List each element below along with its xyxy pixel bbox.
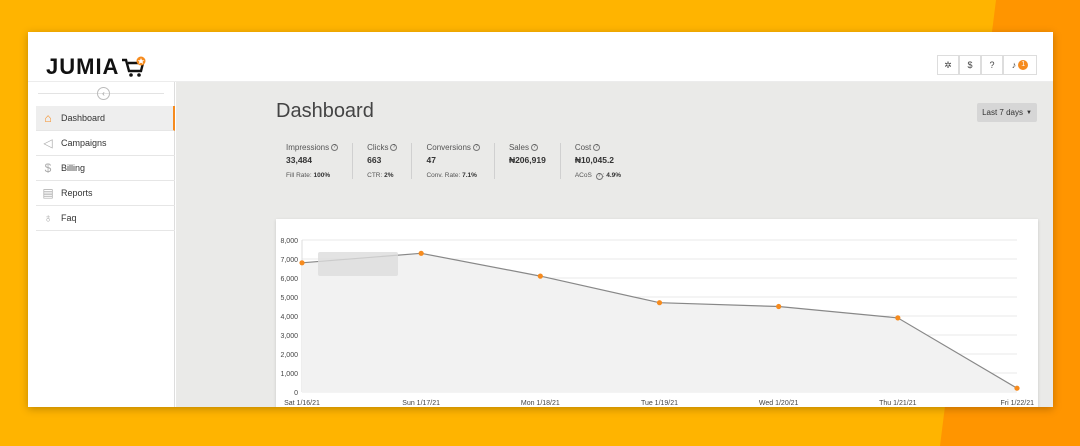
cart-icon [121,56,147,78]
document-icon: ▤ [42,186,54,200]
sidebar-item-label: Faq [61,213,77,223]
help-icon[interactable]: ? [530,144,538,151]
chevron-left-icon: ‹ [102,89,105,98]
help-button[interactable]: ? [981,55,1003,75]
page-title: Dashboard [276,100,374,122]
metric-value: 663 [367,155,382,165]
sidebar-item-billing[interactable]: $ Billing [36,156,175,181]
metric-value: 47 [426,155,436,165]
help-icon[interactable]: ? [595,173,603,180]
y-tick-label: 3,000 [280,333,298,340]
dollar-icon: $ [967,60,973,70]
metric-sub-value: 4.9% [606,172,622,179]
metric-label: Conversions [426,143,471,152]
data-point [537,273,543,279]
metric-sub-label: CTR: [367,172,383,179]
x-tick-label: Fri 1/22/21 [1001,400,1035,407]
data-point [1014,385,1020,391]
date-range-dropdown[interactable]: Last 7 days ▼ [977,103,1037,122]
x-tick-label: Wed 1/20/21 [759,400,799,407]
sidebar-item-campaigns[interactable]: ◁ Campaigns [36,131,175,156]
metrics-row: Impressions? 33,484 Fill Rate: 100% Clic… [286,143,649,180]
jumia-logo[interactable]: JUMIA [46,54,147,80]
x-tick-label: Tue 1/19/21 [641,400,678,407]
metric-sub-value: 100% [313,172,331,179]
metric-value: ₦206,919 [508,155,546,165]
help-icon[interactable]: ? [390,144,398,151]
help-icon[interactable]: ? [472,144,480,151]
help-icon: ? [989,60,995,70]
x-tick-label: Mon 1/18/21 [521,400,560,407]
metric-cost: Cost? ₦10,045.2 ACoS ?: 4.9% [574,143,622,180]
metric-sub-value: 7.1% [462,172,477,179]
metric-sales: Sales? ₦206,919 [509,143,561,179]
app-window: JUMIA ✲ $ ? ♪ 1 ‹ ⌂ Dashboard ◁ Campaign… [28,32,1053,407]
metric-sub-value: 2% [384,172,394,179]
y-tick-label: 6,000 [280,276,298,283]
sidebar-item-faq[interactable]: ♁ Faq [36,206,175,231]
metric-label: Impressions [286,143,330,152]
data-point [776,303,782,310]
chart-svg: 0 1,000 2,000 3,000 4,000 5,000 6,000 7,000 8,00… [280,238,1035,407]
data-point [299,260,305,266]
sidebar-item-label: Billing [61,163,86,173]
metric-sub-label: Conv. Rate: [426,172,461,179]
y-tick-label: 8,000 [280,238,298,245]
notifications-button[interactable]: ♪ 1 [1003,55,1037,75]
settings-button[interactable]: ✲ [937,55,959,75]
home-icon: ⌂ [44,111,52,125]
megaphone-icon: ◁ [43,136,53,150]
x-tick-label: Thu 1/21/21 [879,400,916,407]
date-range-label: Last 7 days [982,108,1023,117]
sidebar-item-label: Campaigns [61,138,107,148]
x-tick-label: Sun 1/17/21 [402,400,440,407]
y-tick-label: 4,000 [280,314,298,321]
sidebar-item-label: Dashboard [61,113,106,123]
y-tick-label: 7,000 [280,257,298,264]
metric-sub-label: ACoS [574,172,592,179]
x-tick-label: Sat 1/16/21 [284,400,320,407]
metric-value: 33,484 [286,155,312,165]
help-icon[interactable]: ? [593,144,601,151]
chart-tooltip [318,252,398,276]
data-point [895,315,901,321]
notification-badge: 1 [1018,60,1029,70]
sidebar-nav: ⌂ Dashboard ◁ Campaigns $ Billing ▤ Repo… [36,106,175,231]
top-bar: JUMIA ✲ $ ? ♪ 1 [28,32,1053,82]
sidebar-item-label: Reports [61,188,93,198]
series-area [302,253,1017,392]
bulb-icon: ♁ [43,211,53,225]
data-point [418,250,424,256]
top-icon-group: ✲ $ ? ♪ 1 [937,55,1037,75]
dollar-icon: $ [44,161,52,175]
metric-label: Sales [508,143,529,152]
sidebar-item-reports[interactable]: ▤ Reports [36,181,175,206]
metric-impressions: Impressions? 33,484 Fill Rate: 100% [286,143,354,179]
y-tick-label: 5,000 [280,295,298,302]
metric-value: ₦10,045.2 [574,155,615,165]
logo-text: JUMIA [46,54,120,79]
sidebar-item-dashboard[interactable]: ⌂ Dashboard [36,106,175,131]
metric-conversions: Conversions? 47 Conv. Rate: 7.1% [426,143,495,179]
y-tick-label: 0 [294,390,298,397]
y-tick-label: 2,000 [280,352,298,359]
metric-label: Clicks [367,143,389,152]
metric-clicks: Clicks? 663 CTR: 2% [367,143,413,179]
sidebar: ‹ ⌂ Dashboard ◁ Campaigns $ Billing ▤ Re… [28,82,175,407]
metric-sub-label: Fill Rate: [286,172,312,179]
help-icon[interactable]: ? [331,144,339,151]
collapse-sidebar-button[interactable]: ‹ [97,87,110,100]
bell-icon: ♪ [1011,60,1017,70]
performance-chart: 0 1,000 2,000 3,000 4,000 5,000 6,000 7,000 8,00… [276,219,1038,407]
main-content: Dashboard Last 7 days ▼ Impressions? 33,… [176,82,1053,407]
caret-down-icon: ▼ [1025,109,1032,116]
y-tick-label: 1,000 [280,371,298,378]
data-point [656,300,663,306]
metric-label: Cost [574,143,592,152]
gear-icon: ✲ [944,59,952,70]
billing-button[interactable]: $ [959,55,981,75]
